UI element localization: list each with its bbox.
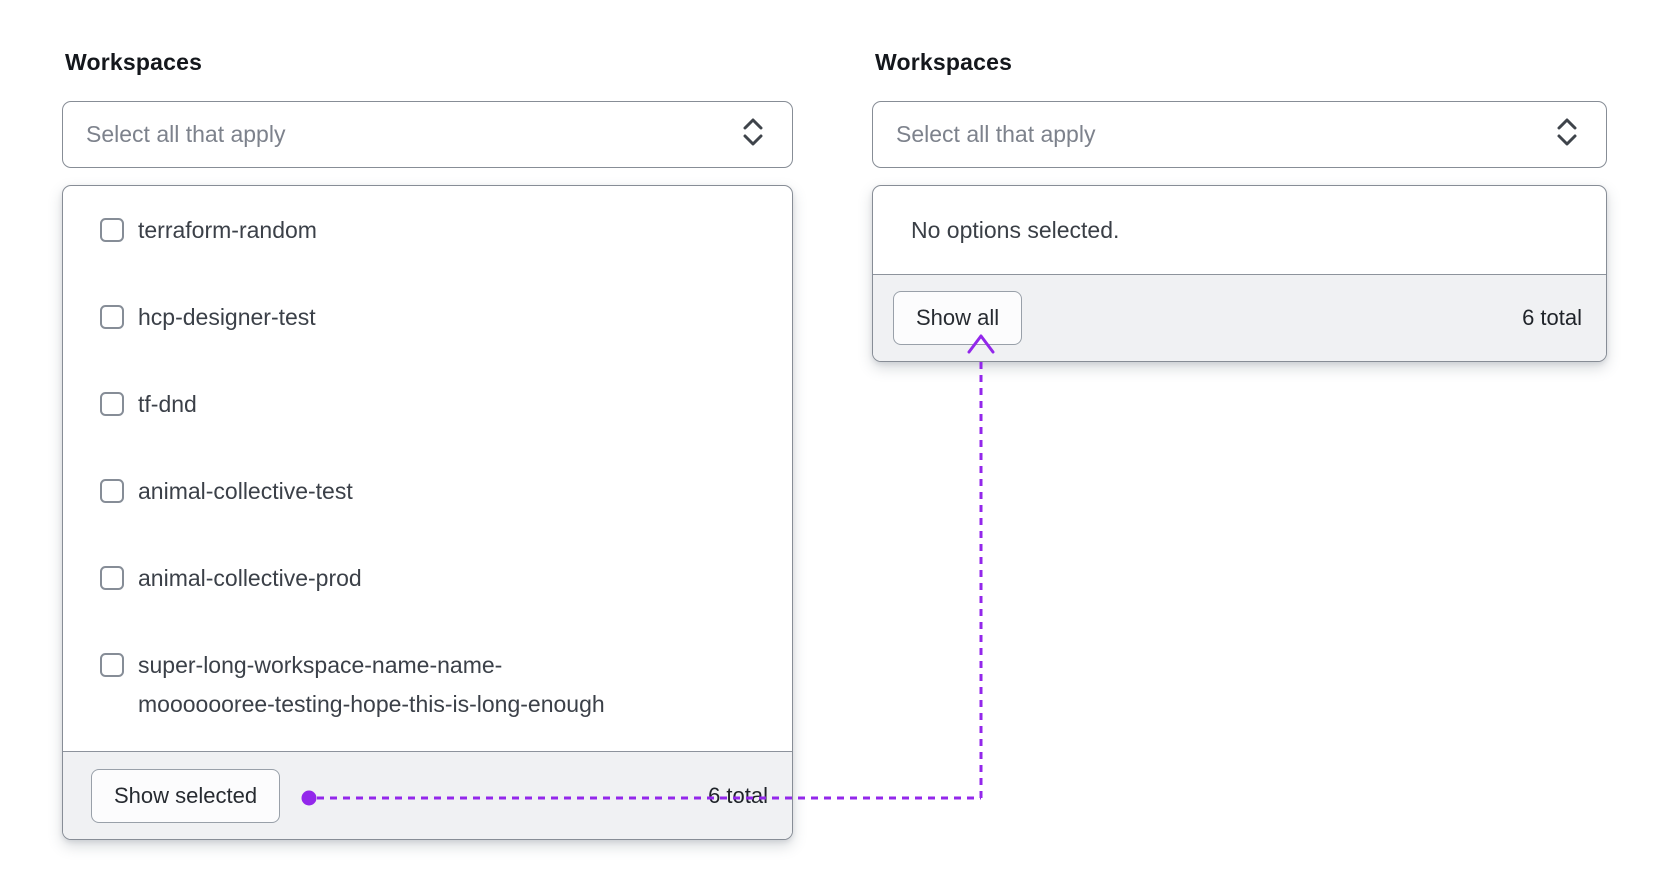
select-placeholder-right: Select all that apply [896,121,1096,147]
checkbox[interactable] [100,305,124,329]
option-hcp-designer-test[interactable]: hcp-designer-test [100,298,764,337]
checkbox[interactable] [100,653,124,677]
option-label: super-long-workspace-name-name- moooooor… [138,646,605,724]
option-label: animal-collective-test [138,478,353,504]
no-options-message: No options selected. [911,216,1120,243]
workspaces-label-right: Workspaces [875,49,1013,75]
option-label: hcp-designer-test [138,304,316,330]
option-label: animal-collective-prod [138,565,362,591]
workspaces-select-trigger-left[interactable]: Select all that apply [62,101,793,168]
total-count-right: 6 total [1522,305,1582,330]
checkbox[interactable] [100,218,124,242]
option-animal-collective-prod[interactable]: animal-collective-prod [100,559,764,598]
option-tf-dnd[interactable]: tf-dnd [100,385,764,424]
workspaces-dropdown-panel: terraform-random hcp-designer-test tf-dn… [62,185,793,840]
option-animal-collective-test[interactable]: animal-collective-test [100,472,764,511]
selected-options-body: No options selected. [873,186,1606,274]
select-placeholder-left: Select all that apply [86,121,286,147]
panel-footer-right: Show all 6 total [873,274,1606,361]
workspaces-option-list: terraform-random hcp-designer-test tf-dn… [63,186,792,751]
checkbox[interactable] [100,479,124,503]
show-all-button[interactable]: Show all [893,291,1023,345]
workspaces-select-trigger-right[interactable]: Select all that apply [872,101,1607,168]
caret-updown-icon [1554,116,1580,153]
option-label-line2: mooooooree-testing-hope-this-is-long-eno… [138,691,605,717]
checkbox[interactable] [100,392,124,416]
option-label: terraform-random [138,217,317,243]
caret-updown-icon [740,116,766,153]
option-label: tf-dnd [138,391,197,417]
panel-footer-left: Show selected 6 total [63,751,792,839]
workspaces-label-left: Workspaces [65,49,203,75]
option-terraform-random[interactable]: terraform-random [100,211,764,250]
total-count-left: 6 total [708,782,768,808]
workspaces-selected-panel: No options selected. Show all 6 total [872,185,1607,362]
option-label-line1: super-long-workspace-name-name- [138,652,503,678]
show-selected-button[interactable]: Show selected [91,768,281,823]
checkbox[interactable] [100,566,124,590]
option-super-long-workspace[interactable]: super-long-workspace-name-name- moooooor… [100,646,764,724]
